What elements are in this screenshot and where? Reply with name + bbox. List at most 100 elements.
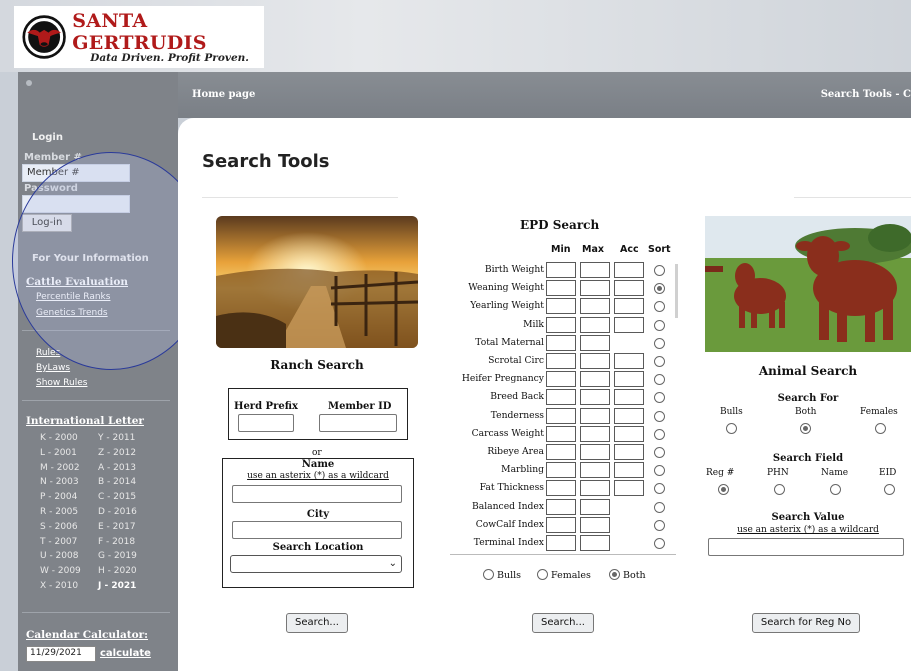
search-for-both-radio[interactable] [800,423,811,434]
epd-sort-radio[interactable] [654,301,665,313]
epd-min-input[interactable] [546,371,576,388]
epd-min-input[interactable] [546,425,576,442]
epd-max-input[interactable] [580,516,610,533]
epd-sort-radio[interactable] [654,337,665,349]
epd-acc-input[interactable] [614,280,644,297]
member-number-input[interactable]: Member # [22,164,130,182]
epd-acc-input[interactable] [614,480,644,497]
epd-sort-radio[interactable] [654,447,665,458]
epd-sort-radio[interactable] [654,519,665,531]
epd-max-input[interactable] [580,334,610,351]
epd-min-input[interactable] [546,444,576,460]
epd-min-input[interactable] [546,353,576,369]
epd-sort-radio[interactable] [654,428,665,440]
epd-min-input[interactable] [546,480,576,497]
epd-acc-input[interactable] [614,298,644,315]
calendar-calculator-heading[interactable]: Calendar Calculator: [26,629,148,641]
epd-bulls-radio[interactable] [483,569,494,580]
herd-prefix-input[interactable] [238,414,294,432]
search-field-reg-radio[interactable] [718,484,729,495]
epd-max-input[interactable] [580,498,610,515]
search-field-phn-radio[interactable] [774,484,785,495]
epd-sort-radio[interactable] [654,483,665,495]
epd-min-input[interactable] [546,334,576,351]
epd-acc-input[interactable] [614,316,644,333]
epd-max-input[interactable] [580,462,610,479]
epd-search-button[interactable]: Search... [532,613,594,633]
genetics-trends-link[interactable]: Genetics Trends [36,308,108,318]
epd-sort-radio[interactable] [654,319,665,331]
international-letter-heading[interactable]: International Letter [26,415,144,427]
epd-sort-radio[interactable] [654,265,665,276]
search-for-females-label: Females [860,407,898,417]
epd-max-input[interactable] [580,407,610,424]
epd-row: Marbling [448,461,678,479]
brand-logo[interactable]: SANTA GERTRUDIS Data Driven. Profit Prov… [14,6,264,68]
epd-sort-radio[interactable] [654,283,665,295]
member-id-input[interactable] [319,414,397,432]
search-for-bulls-radio[interactable] [726,423,737,434]
epd-min-input[interactable] [546,407,576,424]
cattle-evaluation-heading[interactable]: Cattle Evaluation [26,276,128,288]
login-button[interactable]: Log-in [22,214,72,232]
epd-max-input[interactable] [580,316,610,333]
search-field-eid-radio[interactable] [884,484,895,495]
ranch-name-input[interactable] [232,485,402,503]
show-rules-link[interactable]: Show Rules [36,378,87,388]
search-value-input[interactable] [708,538,904,556]
epd-acc-input[interactable] [614,389,644,406]
epd-sort-radio[interactable] [654,374,665,386]
epd-sort-radio[interactable] [654,410,665,422]
cattle-photo [705,216,911,352]
epd-min-input[interactable] [546,280,576,297]
epd-both-radio[interactable] [609,569,620,580]
epd-min-input[interactable] [546,535,576,551]
epd-sort-radio[interactable] [654,356,665,367]
epd-min-input[interactable] [546,262,576,278]
calendar-date-input[interactable]: 11/29/2021 [26,646,96,662]
epd-min-input[interactable] [546,498,576,515]
search-reg-no-button[interactable]: Search for Reg No [752,613,860,633]
epd-acc-input[interactable] [614,462,644,479]
epd-max-input[interactable] [580,371,610,388]
epd-acc-input[interactable] [614,407,644,424]
password-input[interactable] [22,195,130,213]
epd-min-input[interactable] [546,389,576,406]
epd-acc-input[interactable] [614,371,644,388]
epd-max-input[interactable] [580,444,610,460]
epd-max-input[interactable] [580,298,610,315]
epd-scrollbar[interactable] [675,264,678,318]
home-page-link[interactable]: Home page [192,89,255,100]
epd-sort-radio[interactable] [654,538,665,549]
epd-sort-radio[interactable] [654,465,665,477]
ranch-search-button[interactable]: Search... [286,613,348,633]
epd-acc-input[interactable] [614,262,644,278]
search-field-name-radio[interactable] [830,484,841,495]
bylaws-link[interactable]: ByLaws [36,363,70,373]
epd-max-input[interactable] [580,480,610,497]
percentile-ranks-link[interactable]: Percentile Ranks [36,292,110,302]
epd-max-input[interactable] [580,535,610,551]
calculate-link[interactable]: calculate [100,648,151,659]
epd-sort-radio[interactable] [654,392,665,404]
epd-acc-input[interactable] [614,425,644,442]
epd-min-input[interactable] [546,516,576,533]
search-location-select[interactable]: ⌄ [230,555,402,573]
epd-acc-input[interactable] [614,353,644,369]
epd-min-input[interactable] [546,298,576,315]
epd-min-input[interactable] [546,316,576,333]
search-for-females-radio[interactable] [875,423,886,434]
city-input[interactable] [232,521,402,539]
epd-min-input[interactable] [546,462,576,479]
search-tools-breadcrumb[interactable]: Search Tools - C [821,89,911,100]
epd-acc-input[interactable] [614,444,644,460]
epd-max-input[interactable] [580,389,610,406]
rules-link[interactable]: Rules [36,348,60,358]
epd-max-input[interactable] [580,353,610,369]
epd-max-input[interactable] [580,280,610,297]
epd-sort-radio[interactable] [654,501,665,513]
epd-footer-divider [450,554,676,555]
epd-max-input[interactable] [580,425,610,442]
epd-females-radio[interactable] [537,569,548,580]
epd-max-input[interactable] [580,262,610,278]
